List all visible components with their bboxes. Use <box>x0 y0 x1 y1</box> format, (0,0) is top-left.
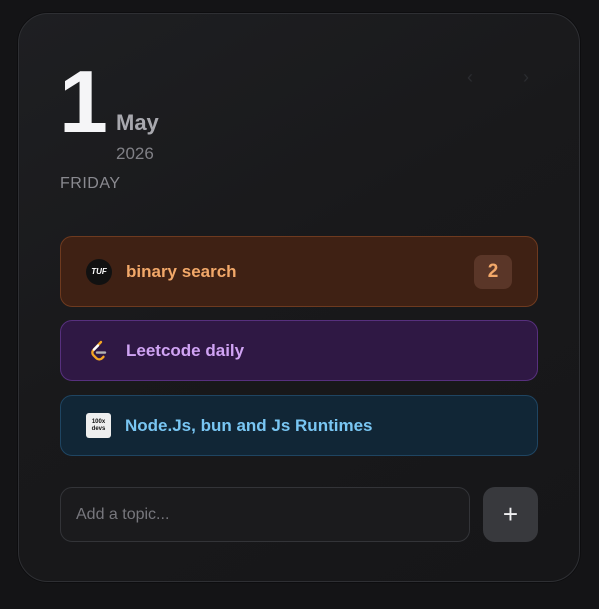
topic-label: Node.Js, bun and Js Runtimes <box>125 415 373 435</box>
count-badge: 2 <box>474 254 512 289</box>
chevron-left-icon[interactable]: ‹ <box>459 66 481 88</box>
tuf-logo-icon: TUF <box>86 258 112 285</box>
100x-devs-icon: 100x devs <box>86 413 111 438</box>
topic-item-binary-search[interactable]: TUF binary search 2 <box>60 236 538 307</box>
add-topic-input[interactable] <box>60 487 470 542</box>
date-month: May <box>116 110 159 135</box>
date-day: 1 <box>59 52 108 151</box>
date-weekday: FRIDAY <box>60 175 121 192</box>
topic-label: Leetcode daily <box>126 340 245 360</box>
leetcode-icon <box>86 338 112 364</box>
devs-logo-bottom: devs <box>91 425 106 432</box>
calendar-card: 1 May 2026 FRIDAY ‹ › TUF binary search … <box>18 13 580 582</box>
date-year: 2026 <box>116 144 154 163</box>
tuf-logo-text: TUF <box>91 267 107 276</box>
topic-label: binary search <box>126 261 237 281</box>
topic-item-leetcode-daily[interactable]: Leetcode daily <box>60 320 538 381</box>
date-nav: ‹ › <box>459 66 537 88</box>
chevron-right-icon[interactable]: › <box>515 66 537 88</box>
plus-icon: + <box>502 499 519 529</box>
topic-item-nodejs-runtimes[interactable]: 100x devs Node.Js, bun and Js Runtimes <box>60 395 538 456</box>
add-topic-button[interactable]: + <box>483 487 538 542</box>
